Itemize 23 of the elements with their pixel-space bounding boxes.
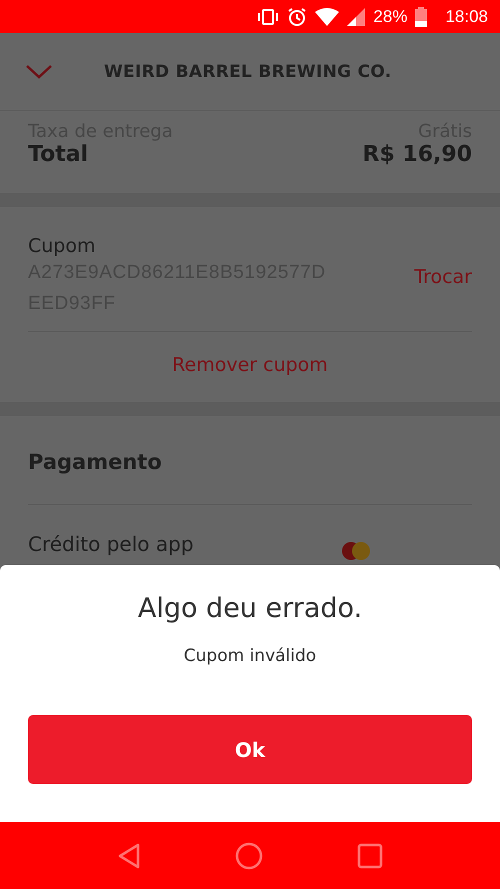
clock: 18:08 (445, 6, 488, 26)
dialog-title: Algo deu errado. (138, 593, 362, 624)
vibrate-icon (257, 8, 280, 24)
chevron-down-icon[interactable] (26, 64, 52, 78)
remove-coupon-link[interactable]: Remover cupom (172, 354, 328, 376)
home-icon[interactable] (235, 842, 263, 870)
battery-icon (415, 6, 428, 26)
total-label: Total (28, 142, 88, 167)
change-coupon-link[interactable]: Trocar (414, 266, 472, 288)
payment-heading: Pagamento (28, 450, 163, 476)
signal-icon (347, 8, 366, 26)
coupon-label: Cupom (28, 235, 97, 257)
battery-percentage: 28% (373, 6, 408, 26)
back-icon[interactable] (117, 842, 141, 868)
card-brand-icon (340, 541, 372, 561)
wifi-icon (315, 8, 340, 26)
store-name: WEIRD BARREL BREWING CO. (104, 62, 392, 82)
payment-method: Crédito pelo app (28, 532, 194, 556)
alarm-icon (287, 6, 308, 26)
ok-button[interactable]: Ok (28, 715, 472, 784)
dialog-message: Cupom inválido (184, 646, 316, 666)
recents-icon[interactable] (357, 842, 383, 868)
total-amount: R$ 16,90 (362, 142, 472, 167)
